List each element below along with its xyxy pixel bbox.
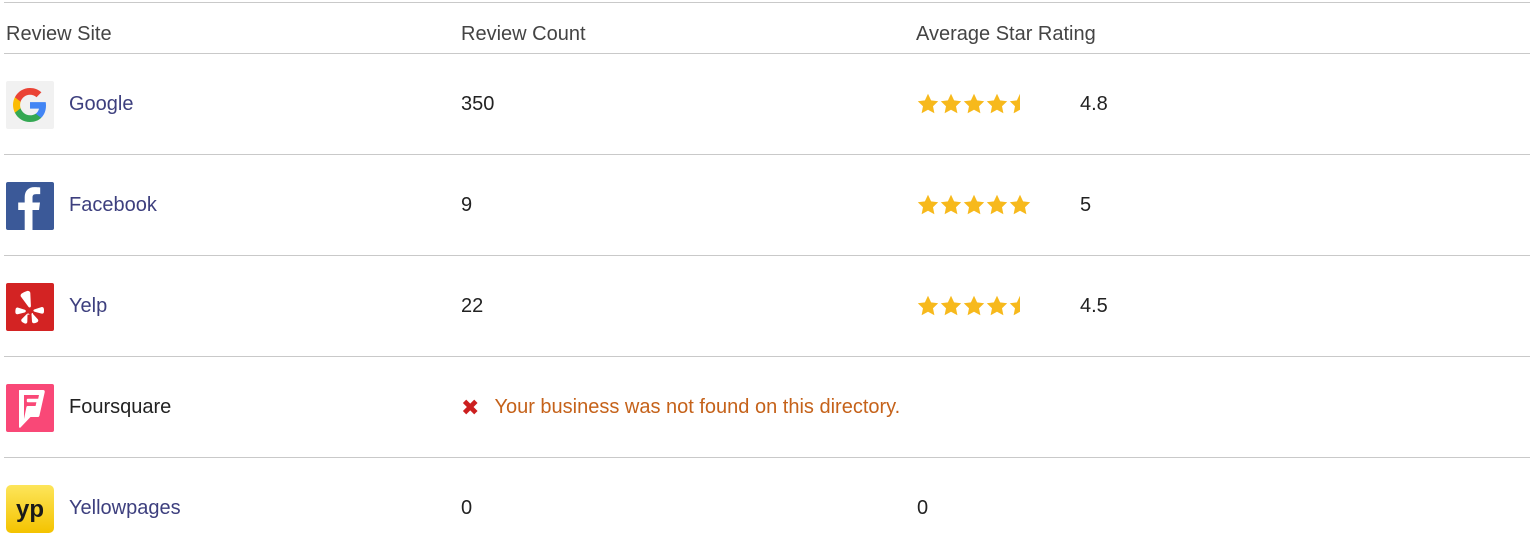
site-link-google[interactable]: Google xyxy=(69,93,134,116)
star-rating xyxy=(916,92,1031,118)
table-header: Review Site Review Count Average Star Ra… xyxy=(4,2,1530,54)
star-full-icon xyxy=(940,295,962,316)
foursquare-logo-icon xyxy=(6,384,54,432)
star-full-icon xyxy=(963,194,985,215)
star-full-icon xyxy=(986,93,1008,114)
review-sites-table: Review Site Review Count Average Star Ra… xyxy=(4,2,1530,558)
svg-text:yp: yp xyxy=(16,496,44,523)
site-link-yelp[interactable]: Yelp xyxy=(69,295,107,318)
yellowpages-logo-icon: yp xyxy=(6,485,54,533)
review-count: 22 xyxy=(461,295,484,317)
average-rating-value: 4.8 xyxy=(1080,93,1108,115)
review-count: 350 xyxy=(461,93,495,115)
table-row: Yelp 22 4.5 xyxy=(4,256,1530,357)
star-full-icon xyxy=(963,93,985,114)
star-rating xyxy=(916,294,1031,320)
star-half-icon xyxy=(1009,295,1020,316)
table-row: Foursquare ✖ Your business was not found… xyxy=(4,357,1530,458)
star-full-icon xyxy=(940,194,962,215)
not-found-message: ✖ Your business was not found on this di… xyxy=(461,396,900,419)
facebook-logo-icon xyxy=(6,182,54,230)
table-row: Facebook 9 5 xyxy=(4,155,1530,256)
google-logo-icon xyxy=(6,81,54,129)
review-count: 9 xyxy=(461,194,473,216)
star-full-icon xyxy=(940,93,962,114)
average-rating-value: 5 xyxy=(1080,194,1092,216)
site-link-facebook[interactable]: Facebook xyxy=(69,194,157,217)
star-full-icon xyxy=(917,194,939,215)
star-full-icon xyxy=(986,295,1008,316)
star-full-icon xyxy=(1009,194,1031,215)
yelp-logo-icon xyxy=(6,283,54,331)
table-row: Google 350 4.8 xyxy=(4,54,1530,155)
star-full-icon xyxy=(917,93,939,114)
column-header-average-star-rating: Average Star Rating xyxy=(916,23,1096,45)
not-found-text: Your business was not found on this dire… xyxy=(494,396,901,418)
site-link-yellowpages[interactable]: Yellowpages xyxy=(69,497,181,520)
review-count: 0 xyxy=(461,497,473,519)
star-rating xyxy=(916,193,1031,219)
site-name-foursquare: Foursquare xyxy=(69,396,172,418)
error-x-icon: ✖ xyxy=(461,394,480,420)
star-full-icon xyxy=(963,295,985,316)
star-full-icon xyxy=(986,194,1008,215)
average-rating-value: 0 xyxy=(917,497,929,519)
star-half-icon xyxy=(1009,93,1020,114)
star-full-icon xyxy=(917,295,939,316)
table-row: yp Yellowpages 0 0 xyxy=(4,458,1530,558)
column-header-review-count: Review Count xyxy=(461,23,586,45)
column-header-review-site: Review Site xyxy=(6,23,112,45)
average-rating-value: 4.5 xyxy=(1080,295,1108,317)
